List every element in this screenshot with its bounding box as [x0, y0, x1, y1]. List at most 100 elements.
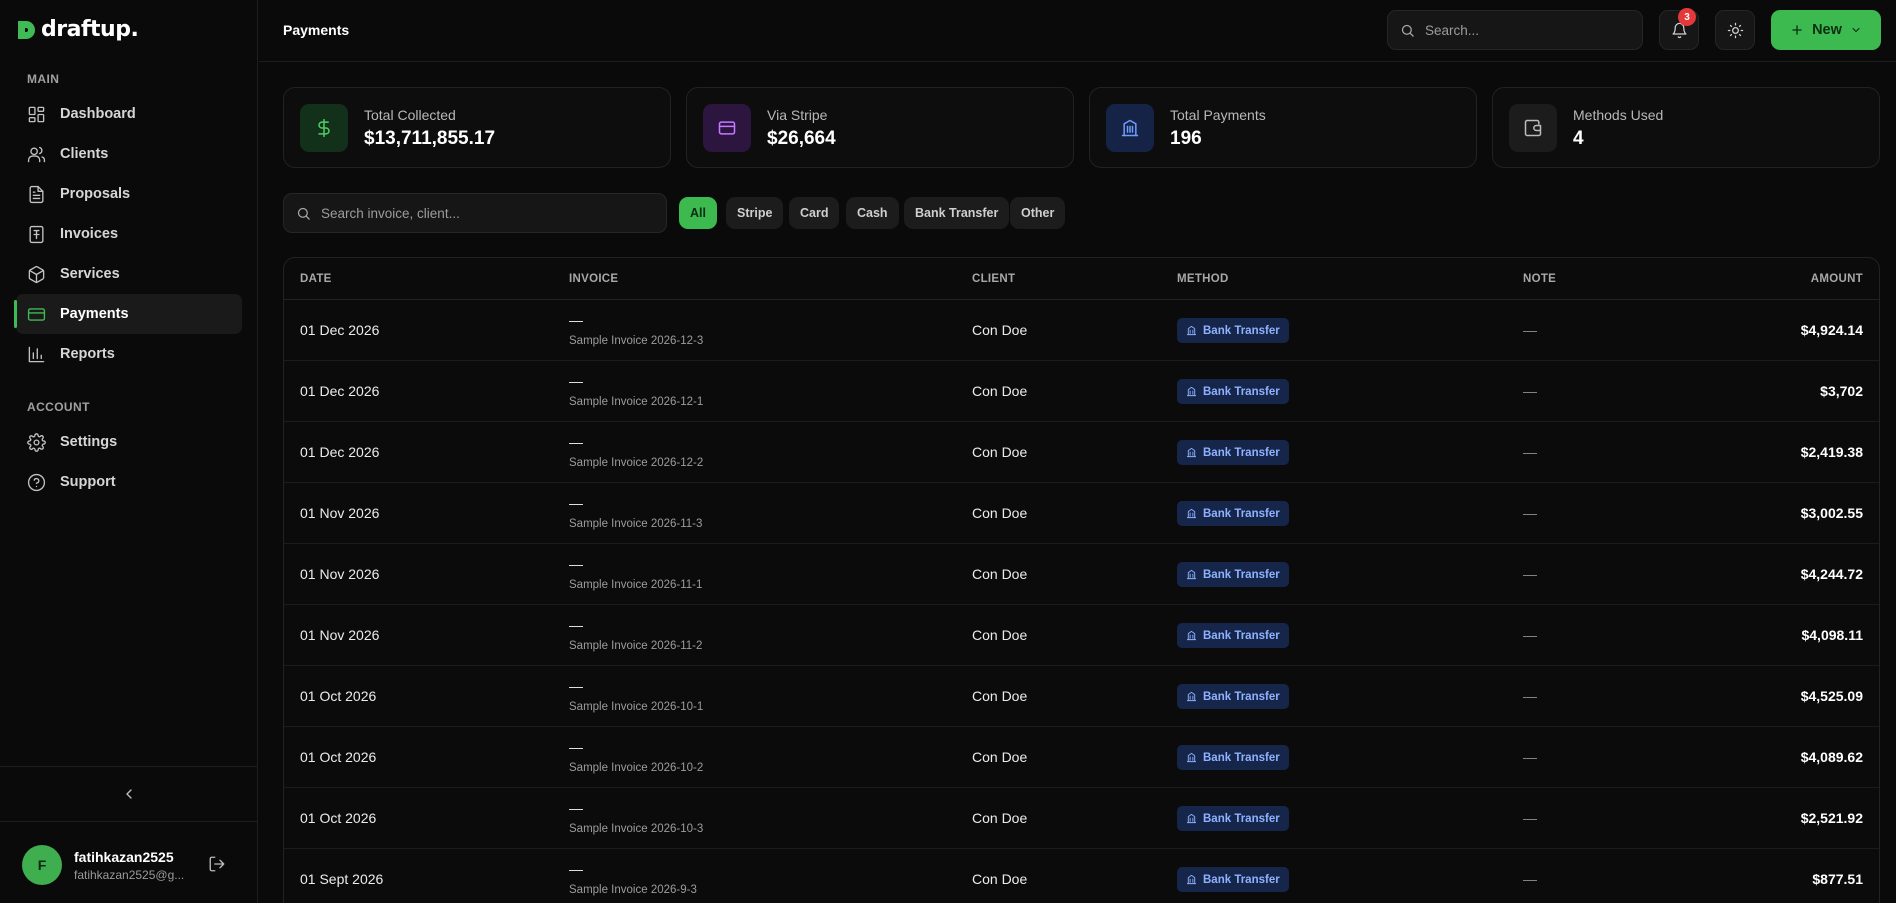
cell-amount: $3,702 [1820, 383, 1863, 399]
filter-chip-all[interactable]: All [679, 197, 717, 229]
sidebar-item-reports[interactable]: Reports [16, 334, 242, 374]
filter-chip-cash[interactable]: Cash [846, 197, 899, 229]
column-header-invoice[interactable]: INVOICE [569, 258, 618, 300]
sidebar-item-proposals[interactable]: Proposals [16, 174, 242, 214]
cell-amount: $877.51 [1812, 871, 1863, 887]
sidebar-item-invoices[interactable]: Invoices [16, 214, 242, 254]
method-label: Bank Transfer [1203, 324, 1280, 337]
table-row[interactable]: 01 Sept 2026 — Sample Invoice 2026-9-3 C… [284, 849, 1879, 903]
theme-toggle-button[interactable] [1715, 10, 1755, 50]
sidebar-item-label: Proposals [60, 186, 131, 202]
bank-icon [1186, 569, 1197, 580]
bank-icon [1186, 630, 1197, 641]
cell-invoice-number: — [569, 678, 583, 694]
table-row[interactable]: 01 Oct 2026 — Sample Invoice 2026-10-3 C… [284, 788, 1879, 849]
global-search[interactable] [1387, 10, 1643, 50]
column-header-method[interactable]: METHOD [1177, 258, 1229, 300]
table-row[interactable]: 01 Nov 2026 — Sample Invoice 2026-11-2 C… [284, 605, 1879, 666]
cell-client: Con Doe [972, 505, 1028, 521]
filter-chip-card[interactable]: Card [789, 197, 840, 229]
column-header-date[interactable]: DATE [300, 258, 332, 300]
collapse-sidebar-button[interactable] [0, 766, 258, 822]
stat-value: $26,664 [767, 128, 836, 149]
bank-icon [1186, 813, 1197, 824]
cell-invoice-title[interactable]: Sample Invoice 2026-11-1 [569, 579, 702, 591]
global-search-input[interactable] [1425, 22, 1605, 38]
cell-invoice-title[interactable]: Sample Invoice 2026-12-2 [569, 457, 703, 469]
stat-label: Total Collected [364, 107, 456, 123]
search-icon [1401, 24, 1414, 37]
cell-client: Con Doe [972, 871, 1028, 887]
notifications-button[interactable]: 3 [1659, 8, 1699, 50]
user-name: fatihkazan2525 [74, 848, 174, 865]
cell-date: 01 Dec 2026 [300, 322, 380, 338]
payment-search-input[interactable] [321, 205, 641, 221]
sidebar-item-clients[interactable]: Clients [16, 134, 242, 174]
cell-note: — [1523, 810, 1537, 826]
stat-value: 196 [1170, 128, 1202, 149]
chevron-down-icon [1852, 27, 1860, 33]
cell-invoice-title[interactable]: Sample Invoice 2026-10-3 [569, 823, 703, 835]
method-label: Bank Transfer [1203, 385, 1280, 398]
sidebar-item-label: Payments [60, 306, 129, 322]
cell-client: Con Doe [972, 322, 1028, 338]
logout-button[interactable] [208, 855, 226, 876]
cell-invoice-title[interactable]: Sample Invoice 2026-10-2 [569, 762, 703, 774]
table-row[interactable]: 01 Dec 2026 — Sample Invoice 2026-12-3 C… [284, 300, 1879, 361]
table-row[interactable]: 01 Nov 2026 — Sample Invoice 2026-11-1 C… [284, 544, 1879, 605]
cell-invoice-title[interactable]: Sample Invoice 2026-10-1 [569, 701, 703, 713]
stat-card-methods-used: Methods Used 4 [1492, 87, 1880, 168]
sidebar-item-payments[interactable]: Payments [14, 294, 242, 334]
column-header-note[interactable]: NOTE [1523, 258, 1556, 300]
method-label: Bank Transfer [1203, 629, 1280, 642]
method-label: Bank Transfer [1203, 507, 1280, 520]
filter-chip-other[interactable]: Other [1010, 197, 1066, 229]
cell-note: — [1523, 688, 1537, 704]
method-badge: Bank Transfer [1177, 501, 1289, 526]
cell-date: 01 Nov 2026 [300, 505, 380, 521]
new-button[interactable]: New [1771, 10, 1881, 50]
cell-date: 01 Oct 2026 [300, 810, 377, 826]
invoice-icon [26, 224, 46, 244]
filter-chip-stripe[interactable]: Stripe [726, 197, 784, 229]
cell-client: Con Doe [972, 383, 1028, 399]
payments-table: DATE INVOICE CLIENT METHOD NOTE AMOUNT 0… [283, 257, 1880, 903]
cell-client: Con Doe [972, 688, 1028, 704]
cell-invoice-number: — [569, 373, 583, 389]
cell-invoice-title[interactable]: Sample Invoice 2026-12-3 [569, 335, 703, 347]
brand-logo[interactable]: draftup. [16, 14, 139, 44]
payment-search[interactable] [283, 193, 667, 233]
sidebar-item-settings[interactable]: Settings [16, 422, 242, 462]
filter-chip-bank-transfer[interactable]: Bank Transfer [904, 197, 1010, 229]
cell-invoice-title[interactable]: Sample Invoice 2026-9-3 [569, 884, 697, 896]
cell-invoice-title[interactable]: Sample Invoice 2026-11-3 [569, 518, 702, 530]
cell-note: — [1523, 749, 1537, 765]
table-row[interactable]: 01 Oct 2026 — Sample Invoice 2026-10-2 C… [284, 727, 1879, 788]
cell-invoice-title[interactable]: Sample Invoice 2026-12-1 [569, 396, 703, 408]
document-icon [26, 184, 46, 204]
method-badge: Bank Transfer [1177, 379, 1289, 404]
column-header-client[interactable]: CLIENT [972, 258, 1015, 300]
new-button-label: New [1812, 22, 1842, 38]
stat-card-total-collected: Total Collected $13,711,855.17 [283, 87, 671, 168]
table-row[interactable]: 01 Nov 2026 — Sample Invoice 2026-11-3 C… [284, 483, 1879, 544]
method-label: Bank Transfer [1203, 751, 1280, 764]
sidebar-item-services[interactable]: Services [16, 254, 242, 294]
column-header-amount[interactable]: AMOUNT [1811, 258, 1863, 300]
cell-amount: $4,089.62 [1800, 749, 1863, 765]
sidebar: draftup. MAIN Dashboard Clients Proposal… [0, 0, 258, 903]
cell-invoice-title[interactable]: Sample Invoice 2026-11-2 [569, 640, 702, 652]
table-row[interactable]: 01 Dec 2026 — Sample Invoice 2026-12-1 C… [284, 361, 1879, 422]
stat-label: Total Payments [1170, 107, 1266, 123]
cell-note: — [1523, 566, 1537, 582]
sidebar-item-support[interactable]: Support [16, 462, 242, 502]
user-profile[interactable]: F fatihkazan2525 fatihkazan2525@g... [22, 845, 225, 885]
sidebar-item-dashboard[interactable]: Dashboard [16, 94, 242, 134]
bank-icon [1186, 508, 1197, 519]
table-row[interactable]: 01 Dec 2026 — Sample Invoice 2026-12-2 C… [284, 422, 1879, 483]
cell-client: Con Doe [972, 749, 1028, 765]
table-row[interactable]: 01 Oct 2026 — Sample Invoice 2026-10-1 C… [284, 666, 1879, 727]
cell-client: Con Doe [972, 444, 1028, 460]
cell-note: — [1523, 383, 1537, 399]
section-account-label: ACCOUNT [27, 400, 90, 414]
